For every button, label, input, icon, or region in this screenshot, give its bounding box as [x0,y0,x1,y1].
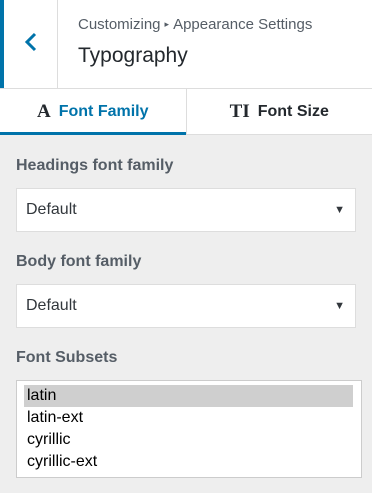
body-font-select[interactable]: Default ▼ [16,284,356,328]
subset-option-latin[interactable]: latin [24,385,353,407]
page-title: Typography [78,44,188,67]
breadcrumb-item: Appearance Settings [173,16,313,33]
select-value: Default [26,201,77,218]
breadcrumb-separator: ▸ [164,19,170,29]
breadcrumb: Customizing ▸ Appearance Settings [78,16,312,33]
headings-font-select[interactable]: Default ▼ [16,188,356,232]
chevron-left-icon [24,32,38,57]
subset-option-cyrillic-ext[interactable]: cyrillic-ext [24,451,353,473]
font-subsets-label: Font Subsets [16,349,118,366]
back-button[interactable] [0,0,58,88]
headings-font-label: Headings font family [16,157,174,174]
tab-font-size[interactable]: TI Font Size [185,89,372,134]
font-size-icon: TI [229,100,250,122]
body-font-label: Body font family [16,253,142,270]
customizer-header: Customizing ▸ Appearance Settings Typograp… [0,0,372,89]
tab-bar: A Font Family TI Font Size [0,89,372,135]
subset-option-latin-ext[interactable]: latin-ext [24,407,353,429]
font-subsets-listbox[interactable]: latin latin-ext cyrillic cyrillic-ext [16,380,362,478]
tab-label: Font Size [257,102,329,120]
subset-option-cyrillic[interactable]: cyrillic [24,429,353,451]
dropdown-arrow-icon: ▼ [334,300,345,312]
tab-label: Font Family [58,102,149,120]
breadcrumb-item: Customizing [78,16,161,33]
dropdown-arrow-icon: ▼ [334,204,345,216]
font-family-icon: A [36,100,51,122]
tab-font-family[interactable]: A Font Family [0,89,186,135]
select-value: Default [26,297,77,314]
